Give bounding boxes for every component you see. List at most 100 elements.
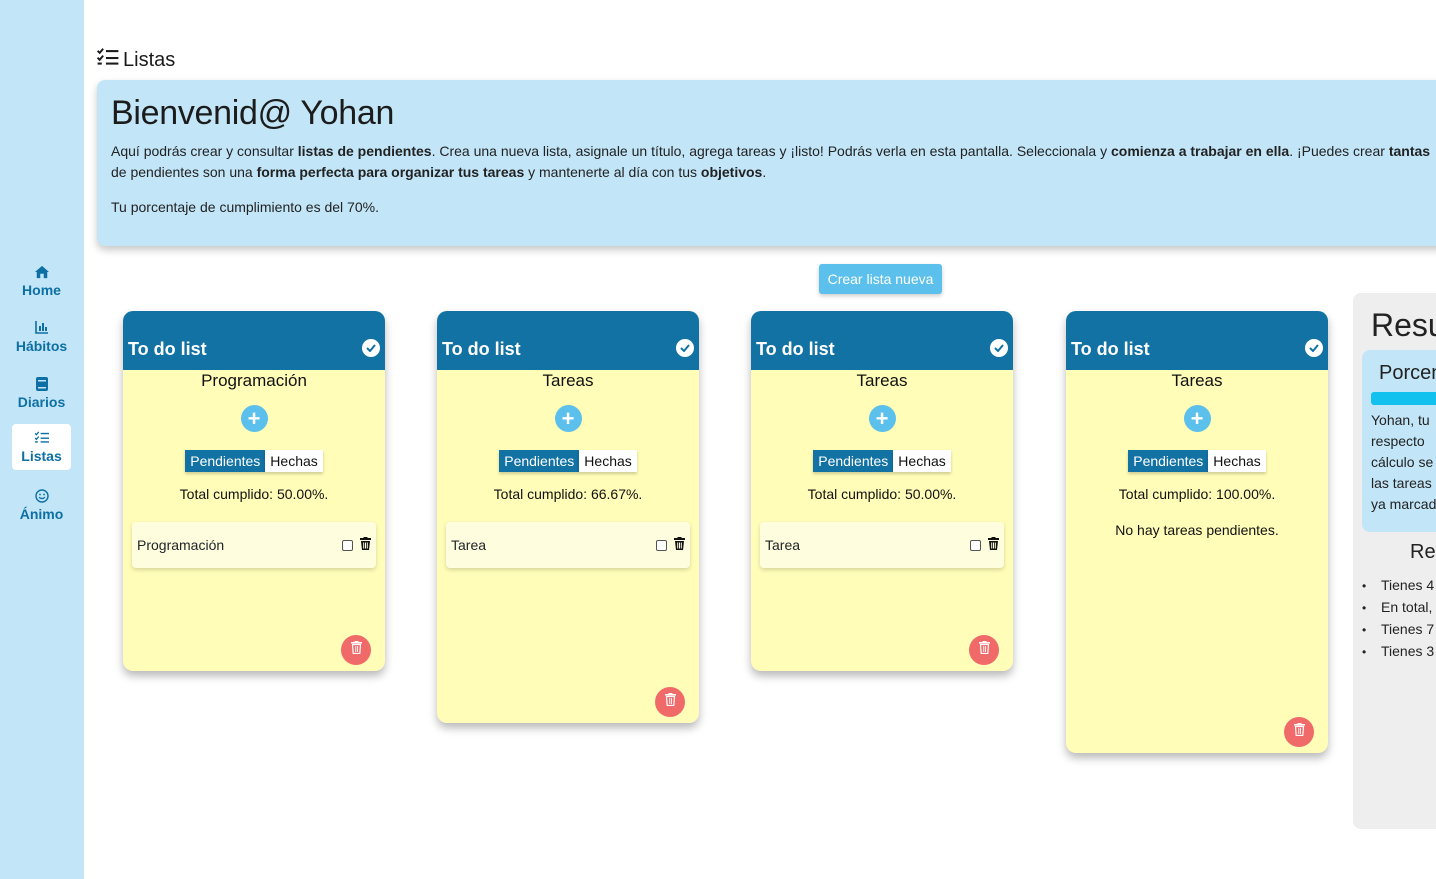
welcome-description-line2: de pendientes son una forma perfecta par…: [111, 164, 767, 180]
add-task-button[interactable]: +: [554, 405, 582, 432]
task-name: Tarea: [451, 537, 487, 553]
delete-list-button[interactable]: [655, 687, 685, 717]
nav-item-home[interactable]: Home: [12, 257, 71, 305]
card-header: To do list: [751, 311, 1013, 370]
card-header-title: To do list: [1071, 339, 1150, 359]
check-circle-icon[interactable]: [990, 339, 1008, 357]
check-circle-icon[interactable]: [1305, 339, 1323, 357]
task-checkbox[interactable]: [656, 539, 667, 551]
add-task-button[interactable]: +: [1183, 405, 1211, 432]
trash-icon[interactable]: [674, 537, 685, 553]
create-list-button[interactable]: Crear lista nueva: [819, 264, 942, 294]
total-completed: Total cumplido: 50.00%.: [807, 486, 957, 502]
trash-icon: [350, 641, 362, 659]
page-title: Listas: [96, 48, 176, 72]
list-title: Tareas: [1171, 371, 1223, 390]
list-card: To do list Tareas + Pendientes Hechas To…: [751, 311, 1013, 671]
task-item: Tarea: [446, 522, 690, 568]
page-title-text: Listas: [123, 48, 176, 71]
nav-label-habitos: Hábitos: [15, 337, 68, 354]
task-item: Programación: [132, 522, 376, 568]
tab-hechas[interactable]: Hechas: [265, 450, 323, 472]
percentage-text-line: ya marcad: [1371, 496, 1436, 512]
task-tabs: Pendientes Hechas: [123, 450, 385, 472]
percentage-text-line: cálculo se: [1371, 454, 1434, 470]
card-header: To do list: [1066, 311, 1328, 370]
card-header-title: To do list: [442, 339, 521, 359]
total-completed: Total cumplido: 50.00%.: [179, 486, 329, 502]
list-check-icon: [96, 48, 119, 72]
tab-pendientes[interactable]: Pendientes: [185, 450, 266, 472]
list-title: Tareas: [856, 371, 908, 390]
welcome-banner: Bienvenid@ Yohan Aquí podrás crear y con…: [97, 80, 1436, 246]
card-header: To do list: [437, 311, 699, 370]
task-checkbox[interactable]: [342, 539, 353, 551]
tab-pendientes[interactable]: Pendientes: [499, 450, 580, 472]
add-task-button[interactable]: +: [240, 405, 268, 432]
summary-panel: Resu Porcen Yohan, tu respecto cálculo s…: [1353, 293, 1436, 829]
home-icon: [34, 265, 49, 279]
trash-icon: [1293, 723, 1305, 741]
task-item: Tarea: [760, 522, 1004, 568]
plus-icon: +: [875, 405, 889, 431]
trash-icon: [978, 641, 990, 659]
percentage-text-line: las tareas: [1371, 475, 1432, 491]
progress-bar: [1371, 392, 1436, 405]
trash-icon: [664, 693, 676, 711]
summary-list-item: Tienes 4: [1362, 575, 1434, 597]
welcome-heading: Bienvenid@ Yohan: [111, 94, 395, 132]
total-completed: Total cumplido: 100.00%.: [1118, 486, 1276, 502]
completion-text: Tu porcentaje de cumplimiento es del 70%…: [111, 199, 379, 215]
empty-tasks-message: No hay tareas pendientes.: [1115, 522, 1279, 538]
task-tabs: Pendientes Hechas: [1066, 450, 1328, 472]
plus-icon: +: [247, 405, 261, 431]
task-name: Tarea: [765, 537, 801, 553]
trash-icon[interactable]: [988, 537, 999, 553]
chart-icon: [34, 321, 49, 335]
sidebar: Home Hábitos Diarios Listas Ánimo: [0, 0, 84, 879]
add-task-button[interactable]: +: [868, 405, 896, 432]
delete-list-button[interactable]: [1284, 717, 1314, 747]
summary-list-item: Tienes 3: [1362, 641, 1434, 663]
nav-label-animo: Ánimo: [19, 505, 64, 522]
task-checkbox[interactable]: [970, 539, 981, 551]
tab-hechas[interactable]: Hechas: [1208, 450, 1266, 472]
percentage-title: Porcen: [1379, 362, 1436, 384]
list-card: To do list Programación + Pendientes Hec…: [123, 311, 385, 671]
nav-item-animo[interactable]: Ánimo: [12, 481, 71, 529]
list-card: To do list Tareas + Pendientes Hechas To…: [437, 311, 699, 723]
percentage-box: Porcen Yohan, tu respecto cálculo se las…: [1362, 350, 1436, 532]
list-check-icon: [34, 431, 49, 445]
check-circle-icon[interactable]: [362, 339, 380, 357]
nav-item-diarios[interactable]: Diarios: [12, 369, 71, 417]
list-title: Tareas: [542, 371, 594, 390]
delete-list-button[interactable]: [341, 635, 371, 665]
tab-hechas[interactable]: Hechas: [579, 450, 637, 472]
card-header-title: To do list: [756, 339, 835, 359]
plus-icon: +: [561, 405, 575, 431]
percentage-text-line: Yohan, tu: [1371, 412, 1430, 428]
summary-list-item: Tienes 7: [1362, 619, 1434, 641]
check-circle-icon[interactable]: [676, 339, 694, 357]
nav-item-habitos[interactable]: Hábitos: [12, 313, 71, 361]
card-header-title: To do list: [128, 339, 207, 359]
tab-pendientes[interactable]: Pendientes: [1128, 450, 1209, 472]
delete-list-button[interactable]: [969, 635, 999, 665]
nav-label-diarios: Diarios: [17, 393, 66, 410]
summary-subtitle: Re: [1410, 541, 1436, 563]
total-completed: Total cumplido: 66.67%.: [493, 486, 643, 502]
tab-hechas[interactable]: Hechas: [893, 450, 951, 472]
nav-label-listas: Listas: [21, 447, 62, 464]
list-title: Programación: [201, 371, 307, 390]
trash-icon[interactable]: [360, 537, 371, 553]
plus-icon: +: [1190, 405, 1204, 431]
task-tabs: Pendientes Hechas: [751, 450, 1013, 472]
summary-list-item: En total,: [1362, 597, 1434, 619]
smile-icon: [34, 488, 49, 503]
tab-pendientes[interactable]: Pendientes: [813, 450, 894, 472]
nav-item-listas[interactable]: Listas: [12, 424, 71, 470]
task-tabs: Pendientes Hechas: [437, 450, 699, 472]
book-icon: [35, 376, 49, 391]
summary-title: Resu: [1371, 307, 1436, 343]
card-header: To do list: [123, 311, 385, 370]
